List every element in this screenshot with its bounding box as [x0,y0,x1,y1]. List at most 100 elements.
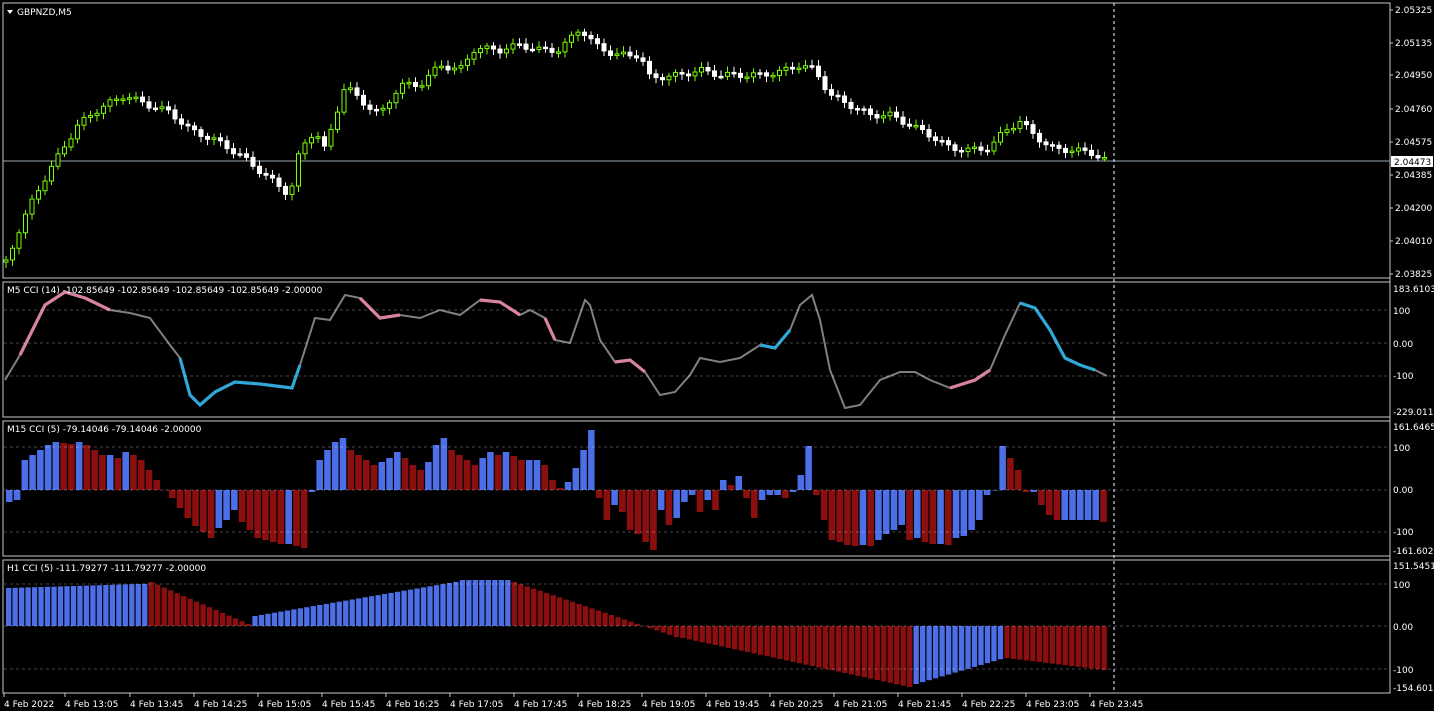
h1-cci-bar [70,586,77,626]
candle-body [601,43,607,52]
h1-scale-0: 0.00 [1393,623,1413,633]
candle-body [731,71,737,75]
h1-cci-bar [615,617,621,626]
h1-cci-bar [887,626,893,683]
h1-cci-bar [1062,626,1068,666]
candle-body [1069,150,1075,154]
h1-cci-bar [135,584,141,626]
collapse-triangle-icon[interactable] [7,10,13,14]
m15-cci-bar [1084,490,1092,520]
candle-body [296,153,301,187]
price-scale[interactable]: 2.05325 2.05135 2.04950 2.04760 2.04575 2.043… [1390,6,1432,280]
m15-cci-bar [688,490,696,495]
h1-cci-bar [1023,626,1030,661]
price-label: 2.04385 [1395,171,1432,181]
candle-body [114,98,119,102]
candle-body [764,72,769,77]
m15-cci-bar [401,458,409,490]
m15-cci-bar [409,465,417,490]
h1-cci-bar [1069,626,1075,666]
h1-cci-bar [284,610,291,626]
h1-cci-bar [790,626,796,662]
candle-body [302,142,308,155]
candle-body [1056,144,1062,149]
time-label: 4 Feb 19:05 [642,700,695,710]
candle-body [133,96,139,100]
m15-cci-bar [192,490,199,526]
candle-body [10,247,15,261]
h1-cci-bar [142,583,148,626]
h1-cci-bar [913,626,919,684]
candle-body [107,99,113,107]
m15-cci-bar [215,490,223,528]
price-label: 2.04010 [1395,237,1432,247]
m5-scale-max: 183.61039 [1393,285,1434,295]
m15-cci-bar [921,490,929,542]
m15-cci-bar [324,450,331,490]
chart-canvas[interactable]: GBPNZD,M5 M5 CCI (14) -102.85649 -102.85… [0,0,1434,711]
h1-cci-bar [187,598,193,626]
h1-cci-bar [842,626,848,673]
m5-cci-highlight [178,357,302,408]
candle-body [1011,127,1016,131]
candle-body [218,137,223,142]
h1-cci-bar [83,585,90,626]
h1-cci-bar [576,604,582,626]
h1-cci-bar [453,581,459,626]
h1-cci-bar [433,585,440,626]
candle-body [699,67,704,73]
m15-cci-bar [518,460,525,490]
candle-body [640,57,646,62]
h1-cci-bar [984,626,991,664]
h1-cci-bar [232,618,239,626]
candle-body [738,72,743,78]
candle-body [348,87,353,91]
m15-cci-bar [1014,470,1022,490]
h1-cci-bar [155,584,161,626]
price-label: 2.03825 [1395,270,1432,280]
candle-body [796,67,802,71]
candle-body [803,65,808,69]
h1-cci-bar [31,587,38,626]
h1-cci-bar [466,580,472,626]
h1-cci-bar [472,580,479,626]
m15-cci-bar [945,490,952,545]
candle-body [374,108,379,112]
candle-body [335,111,340,130]
m5-scale-neg100: -100 [1393,372,1414,382]
m5-scale-100: 100 [1393,307,1410,317]
h1-cci-bar [647,626,654,629]
candle-body [185,123,191,127]
h1-cci-bar [1101,626,1107,670]
h1-cci-bar [1049,626,1055,664]
m15-cci-bar [29,455,36,490]
price-label: 2.04760 [1395,105,1432,115]
h1-cci-bar [258,614,265,626]
candle-body [328,128,334,147]
candle-body [582,31,587,36]
candle-body [705,67,711,72]
h1-cci-bar [816,626,822,668]
candle-body [868,108,873,116]
m15-cci-bar [417,470,424,490]
candle-body [497,48,503,54]
m15-cci-bar [339,438,347,490]
m15-cci-bar [254,490,261,538]
candle-body [510,43,516,50]
time-axis[interactable]: 4 Feb 2022 4 Feb 13:05 4 Feb 13:45 4 Feb 14… [3,693,1143,710]
candle-body [452,67,457,71]
trading-terminal-chart[interactable]: GBPNZD,M5 M5 CCI (14) -102.85649 -102.85… [0,0,1434,711]
indicator-scales: 183.61039 100 0.00 -100 -229.0113 161.64… [1393,285,1434,694]
candle-body [478,48,483,53]
candle-body [725,71,730,77]
h1-cci-bar [356,598,362,626]
m15-scale-neg100: -100 [1393,528,1414,538]
candle-body [543,46,548,50]
m15-cci-bar [572,468,580,490]
candle-body [991,141,997,152]
time-label: 4 Feb 20:25 [770,700,823,710]
h1-cci-bar [1030,626,1036,662]
candle-body [419,85,425,88]
h1-cci-bar [317,605,323,626]
h1-cci-bar [809,626,816,666]
